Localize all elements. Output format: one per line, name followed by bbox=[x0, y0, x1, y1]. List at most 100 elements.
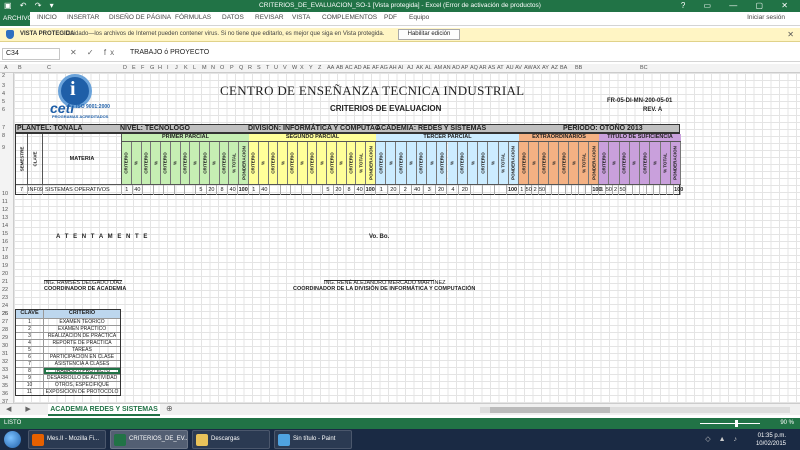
column-header-ay[interactable]: AY bbox=[542, 65, 549, 71]
column-header-ap[interactable]: AP bbox=[461, 65, 468, 71]
column-header-aj[interactable]: AJ bbox=[407, 65, 413, 71]
column-header-as[interactable]: AS bbox=[488, 65, 495, 71]
column-header-a[interactable]: A bbox=[4, 65, 8, 71]
criteria-row[interactable]: 4 REPORTE DE PRACTICA bbox=[16, 339, 120, 346]
value-ex-3[interactable]: 50 bbox=[539, 185, 546, 195]
column-header-ad[interactable]: AD bbox=[354, 65, 362, 71]
column-headers[interactable]: A B C D E F G H I J K L M N O P Q R S T U V W X Y Z AA AB AC AD AE AF AG… bbox=[0, 64, 800, 73]
horizontal-scroll-thumb[interactable] bbox=[490, 407, 610, 413]
value-p3-11[interactable]: 100 bbox=[507, 185, 519, 195]
value-p1-2[interactable] bbox=[143, 185, 154, 195]
tab-inicio[interactable]: INICIO bbox=[37, 14, 57, 21]
value-p2-10[interactable]: 40 bbox=[355, 185, 366, 195]
value-ts-8[interactable] bbox=[654, 185, 661, 195]
row-header-13[interactable]: 13 bbox=[2, 215, 8, 221]
column-header-b[interactable]: B bbox=[18, 65, 22, 71]
criteria-row[interactable]: 5 TAREAS bbox=[16, 346, 120, 353]
add-sheet-icon[interactable]: ⊕ bbox=[166, 404, 173, 413]
value-p2-11[interactable]: 100 bbox=[365, 185, 376, 195]
row-header-34[interactable]: 34 bbox=[2, 375, 8, 381]
column-header-aw[interactable]: AW bbox=[524, 65, 533, 71]
column-header-aa[interactable]: AA bbox=[327, 65, 334, 71]
tab-datos[interactable]: DATOS bbox=[222, 14, 244, 21]
value-ts-11[interactable]: 100 bbox=[674, 185, 683, 195]
column-header-az[interactable]: AZ bbox=[551, 65, 558, 71]
row-header-7[interactable]: 7 bbox=[2, 125, 5, 131]
criteria-row[interactable]: 7 ASISTENCIA A CLASES bbox=[16, 360, 120, 367]
column-header-ao[interactable]: AO bbox=[452, 65, 460, 71]
sheet-nav-arrows[interactable]: ◀ ▶ bbox=[6, 405, 37, 413]
value-ts-5[interactable] bbox=[633, 185, 640, 195]
column-header-au[interactable]: AU bbox=[506, 65, 514, 71]
value-p1-10[interactable]: 40 bbox=[228, 185, 239, 195]
value-p2-4[interactable] bbox=[291, 185, 302, 195]
column-header-k[interactable]: K bbox=[184, 65, 188, 71]
materia-value[interactable]: SISTEMAS OPERATIVOS bbox=[43, 185, 122, 195]
criteria-row[interactable]: 6 PARTICIPACION EN CLASE bbox=[16, 353, 120, 360]
semestre-value[interactable]: 7 bbox=[16, 185, 28, 195]
value-ex-2[interactable]: 2 bbox=[532, 185, 539, 195]
column-header-ab[interactable]: AB bbox=[336, 65, 343, 71]
taskbar-button[interactable]: Mes.II - Mozilla Fi... bbox=[28, 430, 106, 449]
row-header-27[interactable]: 27 bbox=[2, 319, 8, 325]
row-header-21[interactable]: 21 bbox=[2, 279, 8, 285]
column-header-l[interactable]: L bbox=[193, 65, 196, 71]
value-p3-5[interactable]: 20 bbox=[436, 185, 448, 195]
column-header-ar[interactable]: AR bbox=[479, 65, 487, 71]
criteria-row[interactable]: 11 EXPOSICION DE PROTOCOLO bbox=[16, 388, 120, 395]
value-p1-3[interactable] bbox=[154, 185, 165, 195]
file-tab[interactable]: ARCHIVO bbox=[0, 12, 33, 26]
value-ex-11[interactable]: 100 bbox=[592, 185, 602, 195]
value-ts-4[interactable] bbox=[626, 185, 634, 195]
value-ex-9[interactable] bbox=[579, 185, 586, 195]
value-p2-0[interactable]: 1 bbox=[249, 185, 260, 195]
value-p3-2[interactable]: 2 bbox=[400, 185, 412, 195]
row-header-19[interactable]: 19 bbox=[2, 263, 8, 269]
row-header-28[interactable]: 28 bbox=[2, 327, 8, 333]
column-header-q[interactable]: Q bbox=[239, 65, 243, 71]
row-header-3[interactable]: 3 bbox=[2, 83, 5, 89]
column-header-c[interactable]: C bbox=[47, 65, 51, 71]
zoom-level[interactable]: 90 % bbox=[780, 420, 794, 426]
tab-revisar[interactable]: REVISAR bbox=[255, 14, 284, 21]
value-p1-9[interactable]: 8 bbox=[217, 185, 228, 195]
row-header-16[interactable]: 16 bbox=[2, 239, 8, 245]
value-p2-2[interactable] bbox=[270, 185, 281, 195]
column-header-s[interactable]: S bbox=[257, 65, 261, 71]
column-header-r[interactable]: R bbox=[248, 65, 252, 71]
column-header-e[interactable]: E bbox=[132, 65, 136, 71]
row-header-22[interactable]: 22 bbox=[2, 287, 8, 293]
value-p2-3[interactable] bbox=[281, 185, 292, 195]
value-p3-7[interactable]: 20 bbox=[459, 185, 472, 195]
sheet-tab-academia[interactable]: ACADEMIA REDES Y SISTEMAS bbox=[48, 404, 160, 416]
value-ts-2[interactable]: 2 bbox=[613, 185, 620, 195]
column-header-f[interactable]: F bbox=[141, 65, 144, 71]
column-header-y[interactable]: Y bbox=[309, 65, 313, 71]
column-header-z[interactable]: Z bbox=[318, 65, 321, 71]
column-header-ag[interactable]: AG bbox=[380, 65, 388, 71]
row-header-8[interactable]: 8 bbox=[2, 133, 5, 139]
column-header-o[interactable]: O bbox=[220, 65, 224, 71]
criteria-row[interactable]: 8 TRABAJO ó PROYECTO bbox=[16, 367, 120, 374]
value-p3-3[interactable]: 40 bbox=[412, 185, 424, 195]
column-header-am[interactable]: AM bbox=[434, 65, 442, 71]
value-p1-8[interactable]: 20 bbox=[207, 185, 218, 195]
enable-editing-button[interactable]: Habilitar edición bbox=[398, 29, 460, 40]
value-p1-6[interactable] bbox=[186, 185, 197, 195]
column-header-h[interactable]: H bbox=[158, 65, 162, 71]
column-header-aq[interactable]: AQ bbox=[470, 65, 478, 71]
row-header-2[interactable]: 2 bbox=[2, 73, 5, 79]
value-ts-1[interactable]: 50 bbox=[606, 185, 613, 195]
column-header-m[interactable]: M bbox=[202, 65, 207, 71]
value-ts-6[interactable] bbox=[640, 185, 647, 195]
clock[interactable]: 01:35 p.m. 10/02/2015 bbox=[756, 432, 786, 448]
row-header-23[interactable]: 23 bbox=[2, 295, 8, 301]
zoom-slider[interactable] bbox=[700, 423, 760, 424]
tab-formulas[interactable]: FÓRMULAS bbox=[175, 14, 211, 21]
value-p3-6[interactable]: 4 bbox=[448, 185, 460, 195]
value-p3-0[interactable]: 1 bbox=[376, 185, 388, 195]
column-header-bc[interactable]: BC bbox=[640, 65, 648, 71]
column-header-ac[interactable]: AC bbox=[345, 65, 353, 71]
fx-icon[interactable]: ✕ ✓ fx bbox=[70, 48, 118, 57]
clave-value[interactable]: INF09 bbox=[28, 185, 43, 195]
